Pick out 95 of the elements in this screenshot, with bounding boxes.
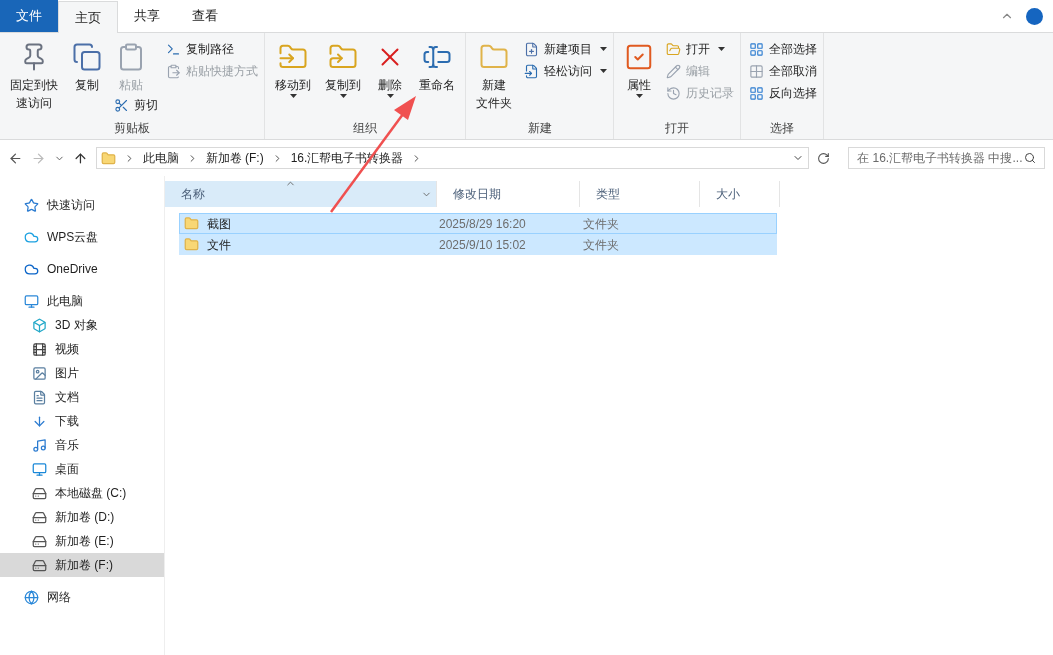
ribbon-button[interactable]: 复制路径 — [164, 38, 234, 60]
folder-icon — [184, 237, 199, 252]
ribbon-tab[interactable]: 主页 — [58, 1, 118, 33]
ribbon-button[interactable]: 移动到 — [271, 38, 315, 98]
caret-icon — [339, 94, 347, 98]
breadcrumb[interactable]: 此电脑 — [142, 149, 179, 167]
drive-icon — [32, 509, 47, 525]
sidebar-item[interactable]: 网络 — [0, 585, 164, 609]
ribbon-button[interactable]: 反向选择 — [747, 82, 817, 104]
properties-icon — [624, 42, 654, 72]
scissors-icon — [112, 96, 130, 114]
sidebar-item[interactable]: 下载 — [0, 409, 164, 433]
ribbon-tab[interactable]: 查看 — [176, 0, 234, 32]
ribbon-button[interactable]: 剪切 — [112, 94, 158, 116]
sidebar-item[interactable]: OneDrive — [0, 257, 164, 281]
refresh-icon[interactable] — [817, 151, 831, 165]
group-label: 打开 — [664, 120, 690, 137]
forward-icon[interactable] — [30, 150, 46, 166]
ribbon-button[interactable]: 全部取消 — [747, 60, 817, 82]
folder-icon — [100, 150, 116, 166]
sidebar-item[interactable]: 新加卷 (F:) — [0, 553, 164, 577]
sidebar-item[interactable]: 文档 — [0, 385, 164, 409]
edit-icon — [664, 62, 682, 80]
ribbon-button[interactable]: 复制到 — [321, 38, 365, 98]
sidebar-item[interactable]: 本地磁盘 (C:) — [0, 481, 164, 505]
column-header[interactable]: 大小 — [700, 181, 780, 207]
sidebar-item[interactable]: 快速访问 — [0, 193, 164, 217]
search-field[interactable]: 在 16.汇帮电子书转换器 中搜... — [848, 147, 1045, 169]
sidebar-item[interactable]: 此电脑 — [0, 289, 164, 313]
group-label: 选择 — [769, 120, 795, 137]
sidebar-item[interactable]: 新加卷 (E:) — [0, 529, 164, 553]
drive-icon — [32, 485, 47, 501]
drive-icon — [32, 533, 47, 549]
drive-icon — [32, 557, 47, 573]
cube-icon — [32, 317, 47, 333]
column-header[interactable]: 修改日期 — [437, 181, 580, 207]
group-label: 新建 — [526, 120, 553, 137]
ribbon-button[interactable]: 固定到快 速访问 — [6, 38, 62, 112]
sidebar-item[interactable]: 图片 — [0, 361, 164, 385]
sidebar-item[interactable]: 视频 — [0, 337, 164, 361]
document-icon — [32, 389, 47, 405]
film-icon — [32, 341, 47, 357]
file-type: 文件夹 — [582, 215, 620, 233]
star-icon — [24, 197, 39, 213]
file-row[interactable]: 截图 2025/8/29 16:20 文件夹 — [179, 213, 777, 234]
caret-icon — [718, 47, 725, 51]
ribbon-button[interactable]: 全部选择 — [747, 38, 817, 60]
desktop-icon — [32, 461, 47, 477]
caret-icon — [386, 94, 394, 98]
ribbon-button[interactable]: 删除 — [371, 38, 409, 98]
globe-icon — [24, 589, 39, 605]
open-folder-icon — [664, 40, 682, 58]
cloud-icon — [24, 261, 39, 277]
file-tab[interactable]: 文件 — [0, 0, 58, 32]
file-name: 文件 — [207, 236, 231, 254]
caret-icon — [289, 94, 297, 98]
column-header[interactable]: 类型 — [580, 181, 700, 207]
modified-date: 2025/9/10 15:02 — [438, 236, 527, 254]
group-label: 组织 — [352, 120, 378, 137]
history-icon — [664, 84, 682, 102]
column-header[interactable]: 名称 — [165, 181, 437, 207]
file-name: 截图 — [207, 215, 231, 233]
select-all-icon — [747, 40, 765, 58]
caret-icon — [635, 94, 643, 98]
music-icon — [32, 437, 47, 453]
ribbon-button[interactable]: 打开 — [664, 38, 725, 60]
select-none-icon — [747, 62, 765, 80]
ribbon-button[interactable]: 重命名 — [415, 38, 459, 94]
monitor-icon — [24, 293, 39, 309]
copy-icon — [72, 42, 102, 72]
sidebar-item[interactable]: 音乐 — [0, 433, 164, 457]
caret-icon — [600, 69, 607, 73]
sidebar-item[interactable]: 3D 对象 — [0, 313, 164, 337]
image-icon — [32, 365, 47, 381]
group-label: 剪贴板 — [113, 120, 151, 137]
breadcrumb[interactable]: 新加卷 (F:) — [205, 149, 264, 167]
caret-icon — [600, 47, 607, 51]
sidebar-item[interactable]: 桌面 — [0, 457, 164, 481]
modified-date: 2025/8/29 16:20 — [438, 215, 527, 233]
file-type: 文件夹 — [582, 236, 620, 254]
ribbon-button[interactable]: 新建 文件夹 — [472, 38, 516, 112]
ribbon-tab[interactable]: 共享 — [118, 0, 176, 32]
folder-icon — [184, 216, 199, 231]
cloud-icon — [24, 229, 39, 245]
search-icon — [1024, 152, 1036, 164]
up-icon[interactable] — [72, 150, 88, 166]
sidebar-item[interactable]: 新加卷 (D:) — [0, 505, 164, 529]
ribbon-button[interactable]: 属性 — [620, 38, 658, 98]
ribbon-button[interactable]: 复制 — [68, 38, 106, 94]
ribbon-button[interactable]: 轻松访问 — [522, 60, 607, 82]
download-icon — [32, 413, 47, 429]
sidebar-item[interactable]: WPS云盘 — [0, 225, 164, 249]
ribbon-button[interactable]: 新建项目 — [522, 38, 607, 60]
file-row[interactable]: 文件 2025/9/10 15:02 文件夹 — [179, 234, 777, 255]
back-icon[interactable] — [8, 150, 23, 166]
